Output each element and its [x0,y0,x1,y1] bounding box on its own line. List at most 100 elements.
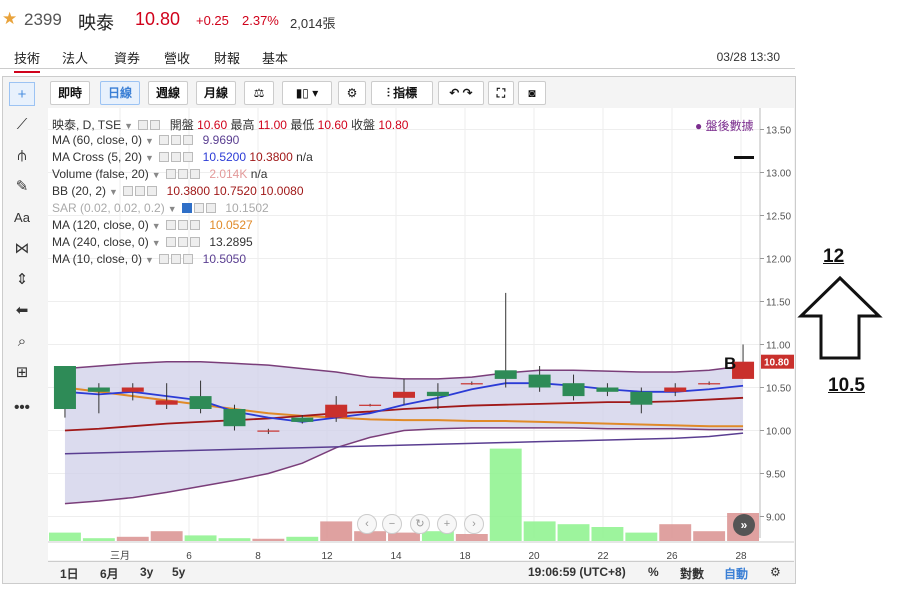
camera-icon[interactable]: ◙ [518,81,546,105]
settings-icon[interactable] [171,152,182,162]
intraday-button[interactable]: 即時 [50,81,90,105]
settings-gear-icon[interactable]: ⚙ [338,81,366,105]
visibility-icon[interactable] [182,203,192,213]
log-scale-button[interactable]: 對數 [680,565,704,582]
daily-button[interactable]: 日線 [100,81,140,105]
legend-value: 10.7520 [213,184,257,198]
visibility-icon[interactable] [159,135,170,145]
caret-down-icon[interactable]: ▼ [152,170,161,180]
range-5y-button[interactable]: 5y [172,565,185,579]
visibility-icon[interactable] [165,169,176,179]
close-icon[interactable] [183,135,194,145]
price-axis-label: 9.00 [766,513,786,524]
close-icon[interactable] [189,220,200,230]
scroll-right-icon[interactable]: › [464,514,484,534]
scroll-to-end-icon[interactable]: » [733,514,755,536]
visibility-icon[interactable] [159,254,170,264]
caret-down-icon[interactable]: ▼ [109,187,118,197]
volume-bar [455,534,488,541]
visibility-icon[interactable] [123,186,134,196]
crosshair-icon[interactable]: + [9,82,35,106]
zoom-out-icon[interactable]: − [382,514,402,534]
fullscreen-icon[interactable]: ⛶ [488,81,514,105]
candle-body [359,404,382,406]
chart-style-icon[interactable]: ▮▯ ▾ [282,81,332,105]
measure-icon[interactable]: ⇕ [9,268,35,292]
settings-icon[interactable] [177,169,188,179]
settings-icon[interactable] [177,237,188,247]
ruler-icon[interactable]: ⊞ [9,361,35,385]
auto-scale-button[interactable]: 自動 [724,565,748,582]
legend-value: 10.5200 [202,150,247,164]
after-hours-data[interactable]: ● 盤後數據 [695,117,754,134]
text-icon[interactable]: Aa [9,206,35,230]
reset-icon[interactable]: ↻ [410,514,430,534]
caret-down-icon[interactable]: ▼ [152,238,161,248]
trendline-icon[interactable]: ⟋ [9,113,35,137]
settings-icon[interactable] [171,254,182,264]
volume-bar [184,535,217,541]
drawing-toolbar: + ⟋ ⫛ ✎ Aa ⋈ ⇕ ⬅ ⌕ ⊞ ••• [2,78,42,583]
tab-institutional[interactable]: 法人 [62,48,88,67]
caret-down-icon[interactable]: ▼ [145,153,154,163]
legend-open: 10.60 [197,118,228,132]
zoom-icon[interactable]: ⌕ [9,330,35,354]
settings-icon[interactable] [135,186,146,196]
caret-down-icon[interactable]: ▼ [168,204,177,214]
caret-down-icon[interactable]: ▼ [145,255,154,265]
settings-icon[interactable] [177,220,188,230]
scroll-left-icon[interactable]: ‹ [357,514,377,534]
settings-icon[interactable] [150,120,161,130]
monthly-button[interactable]: 月線 [196,81,236,105]
close-icon[interactable] [183,152,194,162]
brush-icon[interactable]: ✎ [9,175,35,199]
caret-down-icon[interactable]: ▼ [145,136,154,146]
range-1d-button[interactable]: 1日 [60,565,79,582]
tab-technical[interactable]: 技術 [14,48,41,73]
settings-icon[interactable] [194,203,204,213]
close-icon[interactable] [189,237,200,247]
range-3y-button[interactable]: 3y [140,565,153,579]
zoom-in-icon[interactable]: + [437,514,457,534]
settings-icon[interactable] [171,135,182,145]
indicators-button[interactable]: ⫶ 指標 [371,81,433,105]
weekly-button[interactable]: 週線 [148,81,188,105]
time-axis-label: 22 [597,551,609,560]
tab-financials[interactable]: 財報 [214,48,240,67]
clock: 19:06:59 (UTC+8) [528,565,626,579]
price-axis-label: 11.50 [766,298,791,309]
time-axis-label: 12 [321,551,333,560]
visibility-icon[interactable] [165,220,176,230]
time-axis-label: 三月 [110,550,130,560]
caret-down-icon[interactable]: ▼ [152,221,161,231]
close-icon[interactable] [206,203,216,213]
legend-low: 10.60 [317,118,348,132]
caret-down-icon[interactable]: ▼ [124,121,133,131]
tab-margin[interactable]: 資券 [114,48,140,67]
star-icon[interactable]: ★ [2,9,17,29]
more-icon[interactable]: ••• [9,396,35,420]
volume-bar [523,521,556,541]
bottom-settings-icon[interactable]: ⚙ [770,565,781,579]
close-icon[interactable] [147,186,158,196]
close-icon[interactable] [183,254,194,264]
indicators-label: 指標 [393,86,418,100]
arrow-left-icon[interactable]: ⬅ [9,299,35,323]
close-icon[interactable] [189,169,200,179]
legend-row-ma60: MA (60, close, 0) ▼ 9.9690 [52,133,239,149]
compare-icon[interactable]: ⚖ [244,81,274,105]
legend-label: MA (240, close, 0) [52,235,149,249]
range-6m-button[interactable]: 6月 [100,565,119,582]
pattern-icon[interactable]: ⋈ [9,237,35,261]
visibility-icon[interactable] [165,237,176,247]
tab-revenue[interactable]: 營收 [164,48,190,67]
pitchfork-icon[interactable]: ⫛ [9,144,35,168]
legend-label: SAR (0.02, 0.02, 0.2) [52,201,165,215]
price-change-pct: 2.37% [242,13,279,28]
legend-value: 10.3800 [249,150,293,164]
visibility-icon[interactable] [159,152,170,162]
visibility-icon[interactable] [138,120,149,130]
percent-button[interactable]: % [648,565,659,579]
tab-basic[interactable]: 基本 [262,48,288,67]
undo-redo-icon[interactable]: ↶ ↷ [438,81,484,105]
